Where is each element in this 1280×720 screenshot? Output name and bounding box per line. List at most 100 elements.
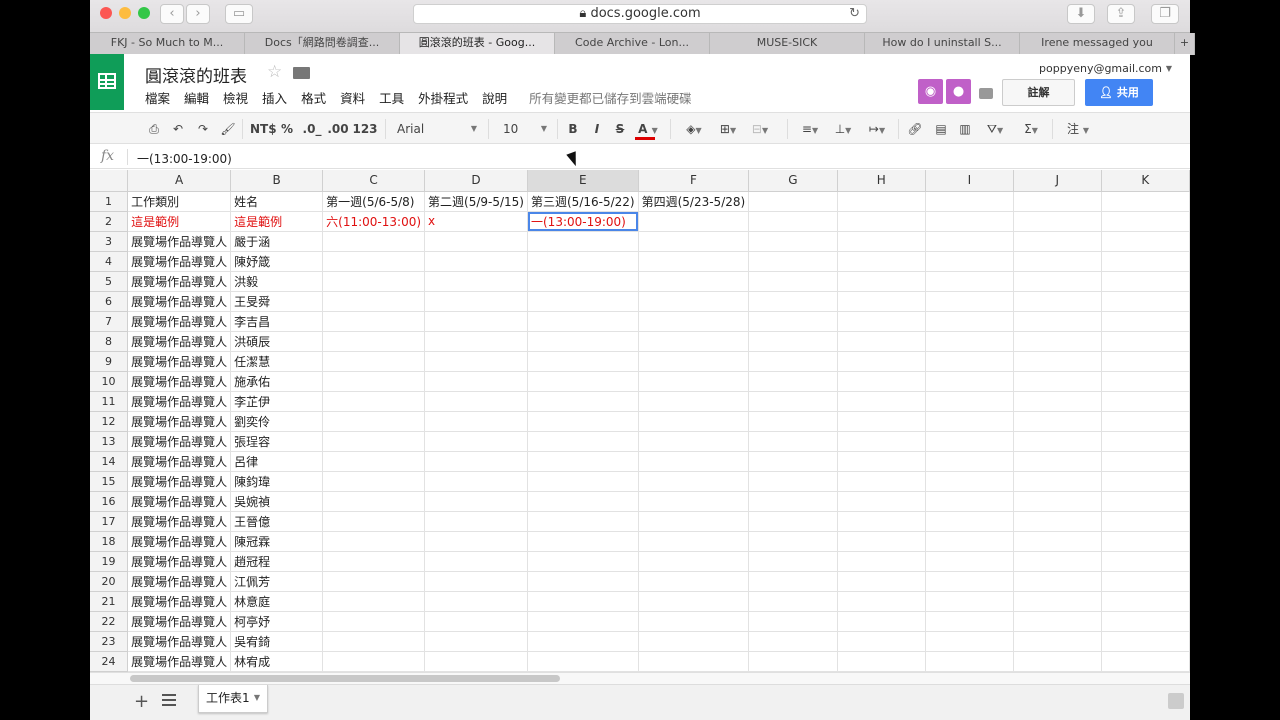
grid-cell[interactable]: 嚴于涵 [230, 231, 324, 252]
grid-cell[interactable] [527, 551, 639, 572]
grid-cell[interactable] [748, 231, 838, 252]
grid-cell[interactable] [925, 331, 1014, 352]
grid-cell[interactable] [424, 611, 528, 632]
grid-cell[interactable] [925, 291, 1014, 312]
grid-cell[interactable] [925, 211, 1014, 232]
minimize-window-button[interactable] [119, 7, 131, 19]
grid-cell[interactable] [1101, 291, 1190, 312]
back-icon[interactable]: ‹ [160, 4, 184, 24]
grid-cell[interactable] [322, 631, 426, 652]
grid-cell[interactable] [925, 391, 1014, 412]
browser-tab-active[interactable]: 圓滾滾的班表 - Goog... [400, 33, 555, 55]
grid-cell[interactable]: 展覽場作品導覽人 [127, 551, 232, 572]
grid-cell[interactable] [748, 631, 838, 652]
browser-tab[interactable]: FKJ - So Much to M... [90, 33, 245, 55]
menu-file[interactable]: 檔案 [145, 88, 170, 107]
grid-cell[interactable]: 展覽場作品導覽人 [127, 491, 232, 512]
grid-cell[interactable]: 呂律 [230, 451, 324, 472]
grid-cell[interactable] [638, 411, 750, 432]
grid-cell[interactable] [638, 271, 750, 292]
grid-cell[interactable] [1013, 191, 1102, 212]
browser-tab[interactable]: Code Archive - Lon... [555, 33, 710, 55]
row-header[interactable]: 8 [90, 331, 129, 352]
grid-cell[interactable]: 第三週(5/16-5/22) [527, 191, 639, 212]
grid-cell[interactable] [1013, 511, 1102, 532]
browser-tab[interactable]: How do I uninstall S... [865, 33, 1020, 55]
grid-cell[interactable] [925, 411, 1014, 432]
grid-cell[interactable] [925, 271, 1014, 292]
row-header[interactable]: 23 [90, 631, 129, 652]
grid-cell[interactable] [837, 371, 926, 392]
grid-cell[interactable]: 李吉昌 [230, 311, 324, 332]
redo-icon[interactable]: ↷ [195, 119, 211, 139]
grid-cell[interactable] [837, 611, 926, 632]
row-header[interactable]: 22 [90, 611, 129, 632]
grid-cell[interactable] [837, 651, 926, 672]
grid-cell[interactable] [1013, 271, 1102, 292]
grid-cell[interactable] [837, 591, 926, 612]
menu-format[interactable]: 格式 [301, 88, 326, 107]
grid-cell[interactable] [925, 231, 1014, 252]
grid-cell[interactable] [748, 451, 838, 472]
grid-cell[interactable] [837, 431, 926, 452]
grid-cell[interactable] [424, 631, 528, 652]
collaborator-avatar-icon[interactable]: ● [946, 79, 971, 104]
new-tab-icon[interactable]: + [1175, 33, 1195, 55]
menu-view[interactable]: 檢視 [223, 88, 248, 107]
grid-cell[interactable]: 洪碩辰 [230, 331, 324, 352]
account-email[interactable]: poppyeny@gmail.com [1039, 62, 1162, 75]
grid-cell[interactable] [925, 511, 1014, 532]
grid-cell[interactable]: 林宥成 [230, 651, 324, 672]
browser-tab[interactable]: Irene messaged you [1020, 33, 1175, 55]
grid-cell[interactable] [322, 351, 426, 372]
grid-cell[interactable]: 展覽場作品導覽人 [127, 511, 232, 532]
grid-cell[interactable] [748, 431, 838, 452]
decrease-decimal-button[interactable]: .0_ [302, 119, 322, 139]
grid-cell[interactable] [1101, 431, 1190, 452]
grid-cell[interactable]: 任潔慧 [230, 351, 324, 372]
grid-cell[interactable]: 展覽場作品導覽人 [127, 451, 232, 472]
grid-cell[interactable] [1013, 411, 1102, 432]
grid-cell[interactable] [748, 471, 838, 492]
grid-cell[interactable] [424, 371, 528, 392]
grid-cell[interactable] [527, 631, 639, 652]
grid-cell[interactable] [1101, 311, 1190, 332]
grid-cell[interactable] [1101, 351, 1190, 372]
save-status[interactable]: 所有變更都已儲存到雲端硬碟 [529, 88, 692, 107]
chevron-down-icon[interactable]: ▼ [1166, 64, 1172, 73]
grid-cell[interactable] [837, 271, 926, 292]
grid-cell[interactable] [1013, 551, 1102, 572]
comments-button[interactable]: 註解 [1002, 79, 1075, 106]
grid-cell[interactable] [748, 571, 838, 592]
grid-cell[interactable] [925, 631, 1014, 652]
column-header[interactable]: B [230, 170, 324, 192]
grid-cell[interactable]: 展覽場作品導覽人 [127, 431, 232, 452]
row-header[interactable]: 21 [90, 591, 129, 612]
grid-cell[interactable] [748, 531, 838, 552]
reload-icon[interactable]: ↻ [849, 5, 860, 23]
grid-cell[interactable] [638, 251, 750, 272]
grid-cell[interactable] [837, 291, 926, 312]
grid-cell[interactable] [527, 411, 639, 432]
grid-cell[interactable] [748, 211, 838, 232]
more-formats-button[interactable]: 123 ▼ [350, 119, 380, 155]
grid-cell[interactable] [1013, 431, 1102, 452]
grid-cell[interactable] [1101, 531, 1190, 552]
filter-icon[interactable]: ⛛▼ [982, 119, 1008, 139]
grid-cell[interactable] [527, 611, 639, 632]
grid-cell[interactable]: 展覽場作品導覽人 [127, 471, 232, 492]
grid-cell[interactable] [527, 491, 639, 512]
grid-cell[interactable] [322, 331, 426, 352]
grid-cell[interactable] [638, 511, 750, 532]
borders-icon[interactable]: ⊞▼ [714, 119, 742, 139]
row-header[interactable]: 4 [90, 251, 129, 272]
grid-cell[interactable] [1101, 471, 1190, 492]
grid-cell[interactable] [424, 551, 528, 572]
currency-format-button[interactable]: NT$ [250, 119, 277, 139]
grid-cell[interactable]: 施承佑 [230, 371, 324, 392]
grid-cell[interactable] [925, 311, 1014, 332]
grid-cell[interactable] [1013, 531, 1102, 552]
grid-cell[interactable] [638, 611, 750, 632]
grid-cell[interactable]: 這是範例 [127, 211, 232, 232]
grid-cell[interactable] [1101, 451, 1190, 472]
